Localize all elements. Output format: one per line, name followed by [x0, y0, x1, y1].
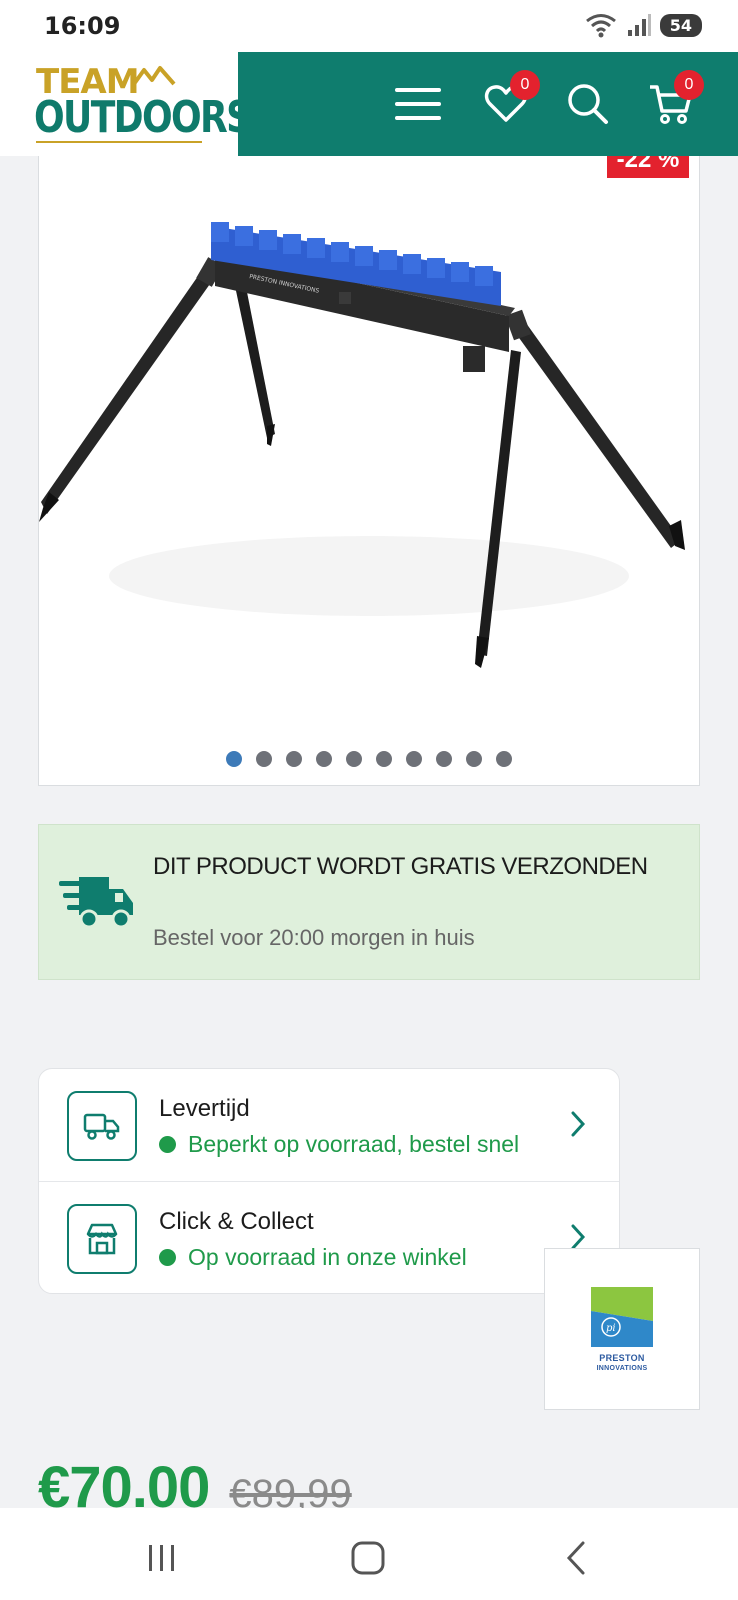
home-button[interactable] — [338, 1528, 398, 1588]
delivery-status: Beperkt op voorraad, bestel snel — [159, 1131, 519, 1158]
carousel-dot[interactable] — [286, 751, 302, 767]
carousel-dot[interactable] — [316, 751, 332, 767]
product-image: PRESTON INNOVATIONS — [39, 222, 685, 668]
brand-logo-card[interactable]: pi PRESTON INNOVATIONS — [544, 1248, 700, 1410]
cart-button[interactable]: 0 — [642, 70, 704, 132]
delivery-title: Levertijd — [159, 1095, 250, 1122]
fast-delivery-truck-icon — [59, 877, 133, 929]
stock-indicator-dot — [159, 1136, 176, 1153]
delivery-status-text: Op voorraad in onze winkel — [188, 1244, 467, 1270]
product-image-carousel[interactable]: PRESTON INNOVATIONS -22 % — [38, 156, 700, 786]
carousel-dot[interactable] — [256, 751, 272, 767]
delivery-status-text: Beperkt op voorraad, bestel snel — [188, 1131, 520, 1157]
svg-text:pi: pi — [606, 1323, 616, 1334]
mountain-logo-icon — [132, 66, 176, 86]
hamburger-icon — [395, 88, 441, 120]
site-header: TEAM OUTDOORS 0 0 — [0, 52, 738, 156]
logo[interactable]: TEAM OUTDOORS — [0, 52, 252, 156]
recent-apps-button[interactable] — [132, 1528, 192, 1588]
carousel-dot[interactable] — [496, 751, 512, 767]
logo-underline — [36, 141, 202, 143]
truck-icon — [67, 1091, 137, 1161]
search-button[interactable] — [560, 76, 616, 132]
carousel-dot[interactable] — [346, 751, 362, 767]
back-icon — [566, 1541, 585, 1575]
delivery-options-card: Levertijd Beperkt op voorraad, bestel sn… — [38, 1068, 620, 1294]
logo-bottom-text: OUTDOORS — [34, 92, 252, 143]
shipping-title: DIT PRODUCT WORDT GRATIS VERZONDEN — [153, 853, 648, 880]
carousel-dot[interactable] — [406, 751, 422, 767]
delivery-title: Click & Collect — [159, 1208, 314, 1235]
recent-apps-icon — [149, 1545, 174, 1571]
signal-icon — [627, 14, 651, 36]
stock-indicator-dot — [159, 1249, 176, 1266]
header-nav: 0 0 — [238, 52, 738, 156]
status-time: 16:09 — [44, 12, 121, 40]
delivery-status: Op voorraad in onze winkel — [159, 1244, 467, 1271]
brand-name-line1: PRESTON — [599, 1353, 645, 1363]
store-icon — [67, 1204, 137, 1274]
carousel-dot[interactable] — [376, 751, 392, 767]
wishlist-count-badge: 0 — [510, 70, 540, 100]
battery-indicator: 54 — [659, 13, 702, 37]
carousel-dot[interactable] — [466, 751, 482, 767]
wifi-icon — [585, 14, 616, 38]
free-shipping-banner: DIT PRODUCT WORDT GRATIS VERZONDEN Beste… — [38, 824, 700, 980]
carousel-dot[interactable] — [226, 751, 242, 767]
chevron-right-icon — [571, 1111, 586, 1137]
shipping-subtitle: Bestel voor 20:00 morgen in huis — [153, 925, 475, 950]
system-navigation-bar — [0, 1508, 738, 1600]
status-icons: 54 — [584, 12, 702, 38]
status-bar: 16:09 54 — [0, 0, 738, 52]
preston-brand-logo-icon: pi — [591, 1287, 653, 1347]
back-button[interactable] — [546, 1528, 606, 1588]
delivery-option-levertijd[interactable]: Levertijd Beperkt op voorraad, bestel sn… — [39, 1069, 619, 1182]
brand-name-line2: INNOVATIONS — [596, 1365, 648, 1372]
delivery-option-click-collect[interactable]: Click & Collect Op voorraad in onze wink… — [39, 1182, 619, 1295]
search-icon — [568, 84, 608, 124]
menu-button[interactable] — [390, 76, 446, 132]
discount-badge: -22 % — [607, 156, 689, 178]
wishlist-button[interactable]: 0 — [478, 70, 540, 132]
cart-count-badge: 0 — [674, 70, 704, 100]
carousel-dot[interactable] — [436, 751, 452, 767]
carousel-dots[interactable] — [39, 751, 699, 767]
home-icon — [351, 1541, 385, 1575]
